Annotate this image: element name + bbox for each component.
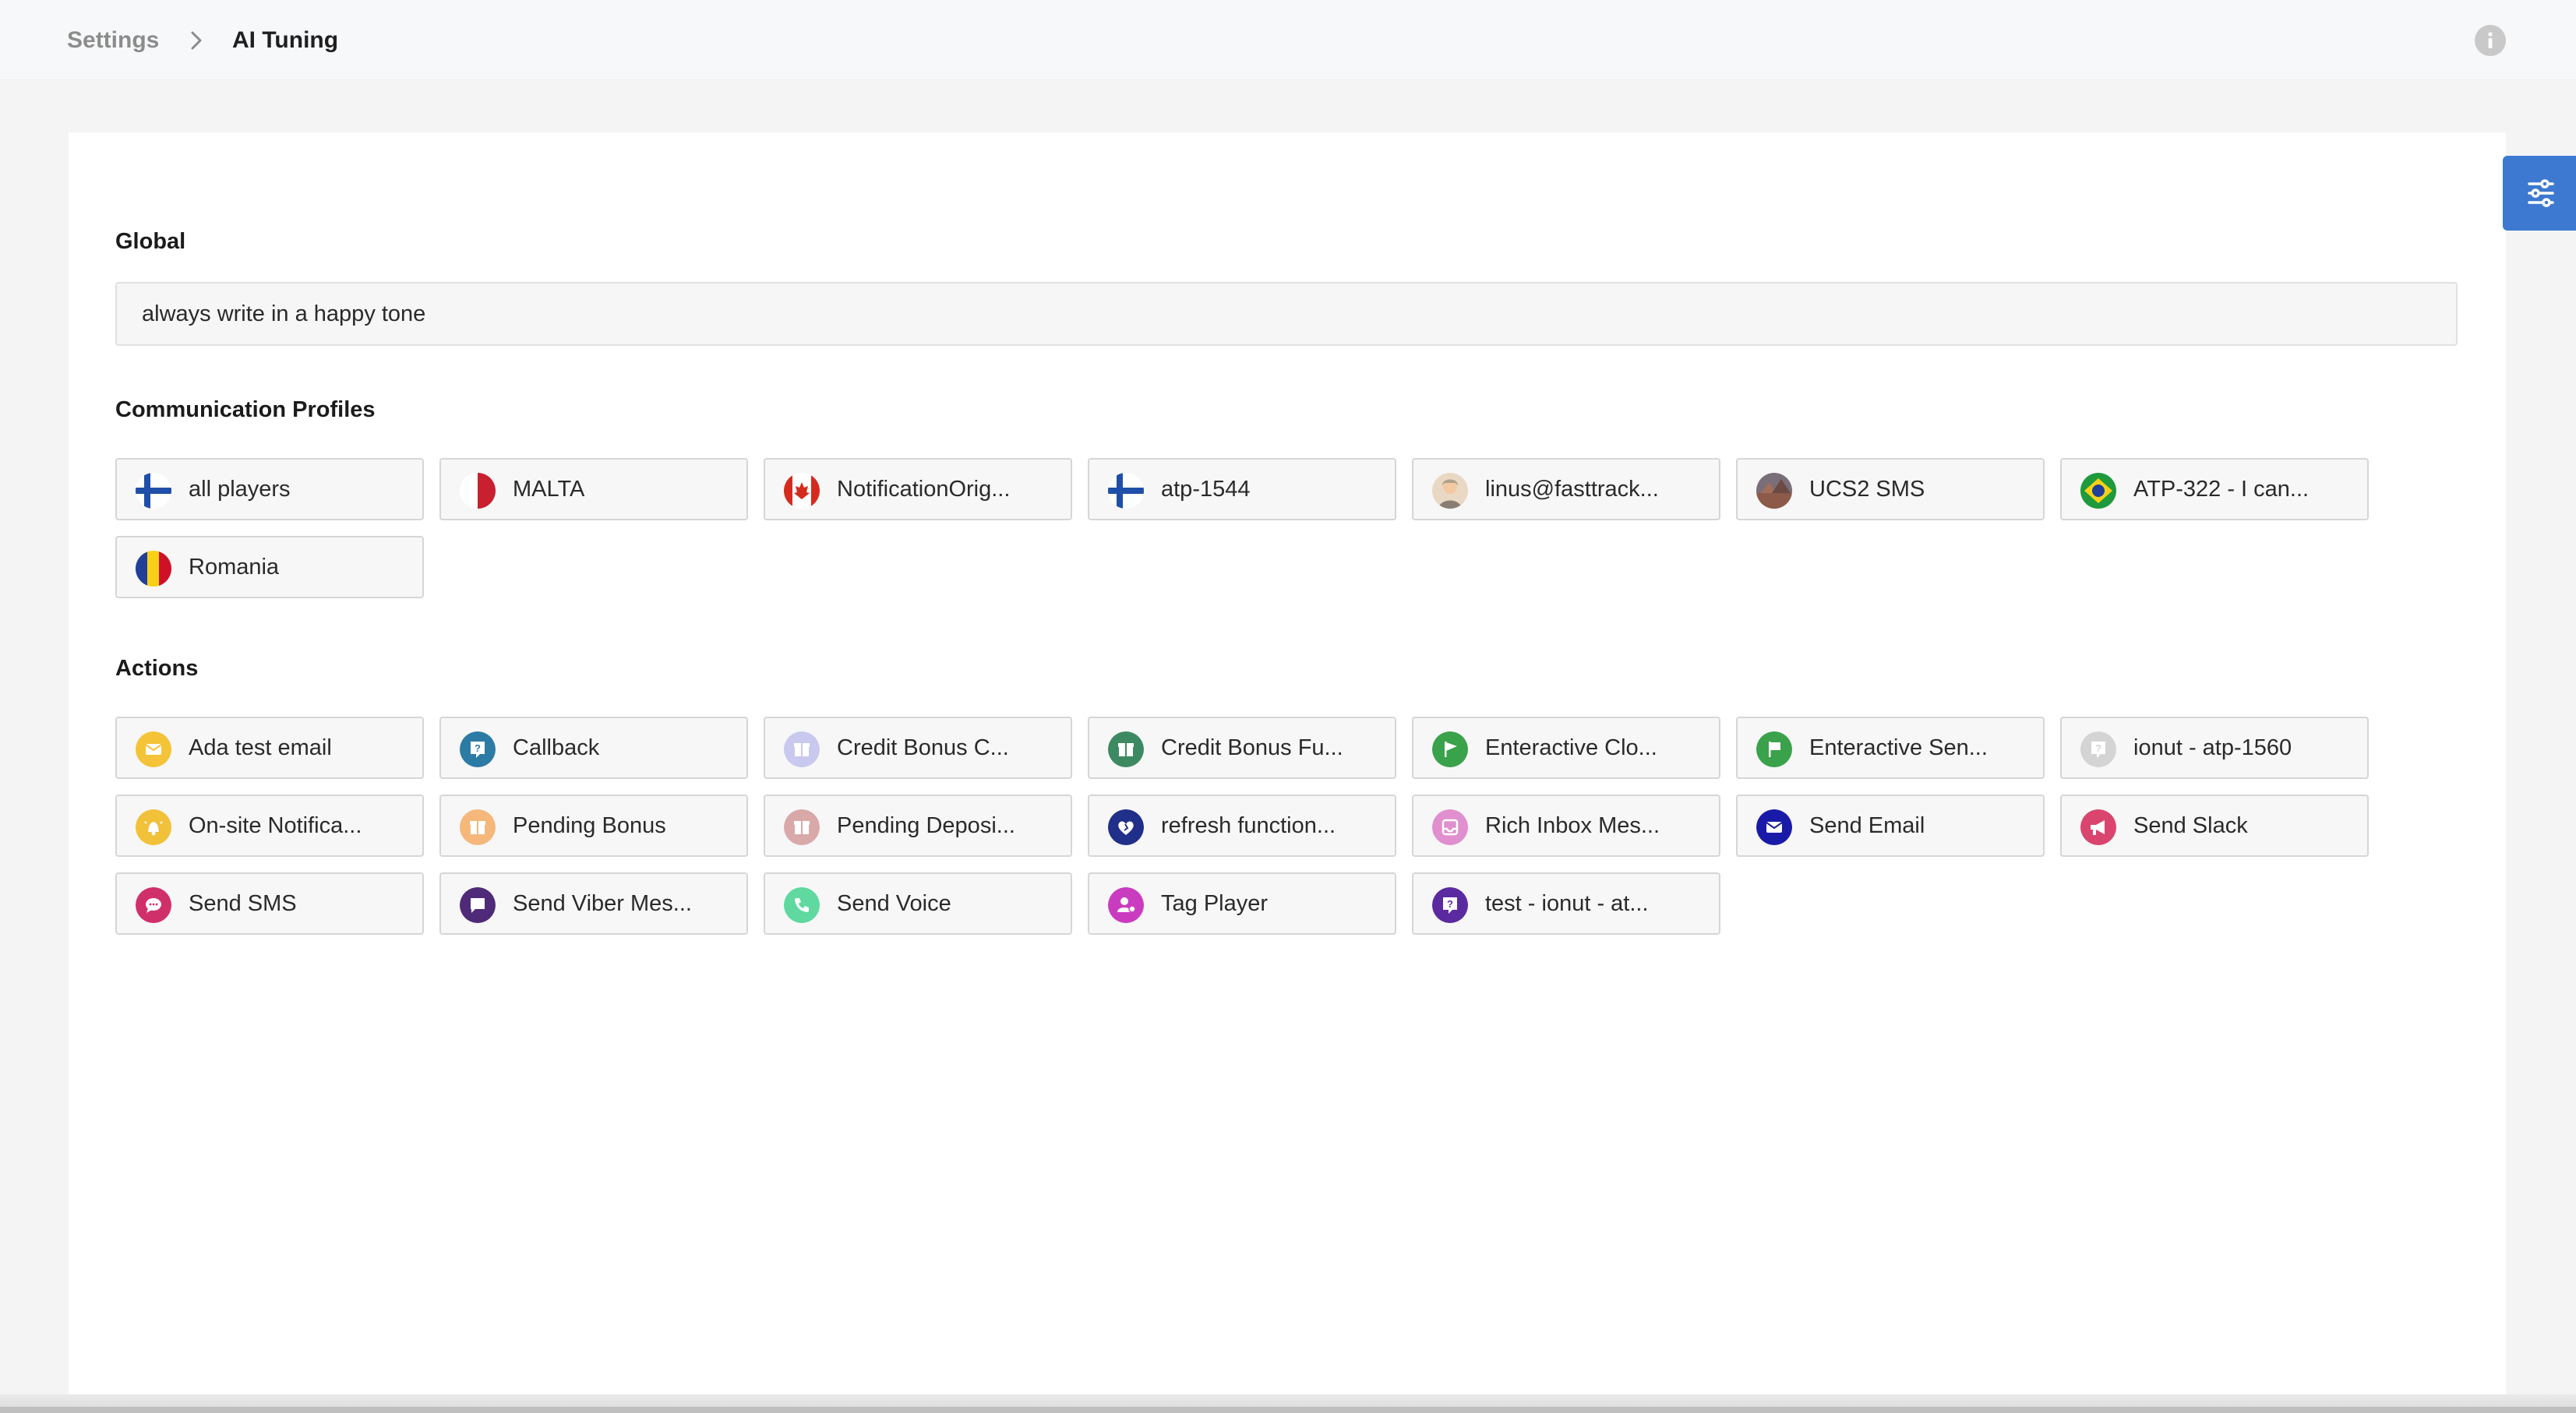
gift-icon [784, 731, 820, 767]
action-chip[interactable]: Credit Bonus C... [764, 717, 1072, 779]
message-icon [460, 887, 496, 923]
action-chip[interactable]: Send Email [1736, 795, 2045, 857]
brazil-flag-icon [2080, 473, 2116, 509]
action-chip[interactable]: ? test - ionut - at... [1412, 872, 1720, 935]
megaphone-icon [2080, 809, 2116, 845]
settings-sidebar-toggle[interactable] [2503, 156, 2576, 231]
action-chip[interactable]: refresh function... [1088, 795, 1396, 857]
question-bubble-icon: ? [1432, 887, 1468, 923]
action-chip[interactable]: On-site Notifica... [115, 795, 424, 857]
profile-chip[interactable]: MALTA [439, 458, 748, 520]
svg-text:?: ? [475, 742, 481, 754]
action-chip[interactable]: Credit Bonus Fu... [1088, 717, 1396, 779]
action-chip[interactable]: Enteractive Sen... [1736, 717, 2045, 779]
svg-text:?: ? [1447, 898, 1453, 910]
action-chip[interactable]: ? ionut - atp-1560 [2060, 717, 2369, 779]
phone-icon [784, 887, 820, 923]
bell-icon [136, 809, 171, 845]
gift-icon [1108, 731, 1144, 767]
top-bar: Settings AI Tuning [0, 0, 2576, 80]
breadcrumb-current: AI Tuning [232, 27, 339, 53]
action-chip[interactable]: Ada test email [115, 717, 424, 779]
actions-section-title: Actions [115, 656, 199, 681]
romania-flag-icon [136, 551, 171, 587]
action-chip[interactable]: Send Slack [2060, 795, 2369, 857]
action-chip[interactable]: Send Voice [764, 872, 1072, 935]
user-tag-icon [1108, 887, 1144, 923]
svg-text:?: ? [2095, 742, 2101, 754]
malta-flag-icon [460, 473, 496, 509]
action-chip[interactable]: Send Viber Mes... [439, 872, 748, 935]
question-bubble-icon: ? [460, 731, 496, 767]
profile-chip[interactable]: all players [115, 458, 424, 520]
action-chip[interactable]: Pending Bonus [439, 795, 748, 857]
chevron-right-icon [191, 31, 202, 50]
global-section-title: Global [115, 229, 186, 254]
action-chip[interactable]: Pending Deposi... [764, 795, 1072, 857]
profile-chip[interactable]: linus@fasttrack... [1412, 458, 1720, 520]
action-chip[interactable]: ? Callback [439, 717, 748, 779]
sliders-icon [2528, 179, 2554, 207]
chat-bubble-icon [136, 887, 171, 923]
gift-icon [784, 809, 820, 845]
profile-photo-icon [1756, 473, 1792, 509]
profile-chip[interactable]: UCS2 SMS [1736, 458, 2045, 520]
profile-chip[interactable]: ATP-322 - I can... [2060, 458, 2369, 520]
envelope-icon [1756, 809, 1792, 845]
profile-chip[interactable]: Romania [115, 536, 424, 598]
question-bubble-icon: ? [2080, 731, 2116, 767]
canada-flag-icon [784, 473, 820, 509]
info-icon[interactable] [2475, 25, 2506, 56]
action-chip[interactable]: Tag Player [1088, 872, 1396, 935]
breadcrumb-settings-link[interactable]: Settings [67, 25, 159, 56]
finland-flag-icon [1108, 473, 1144, 509]
heart-icon [1108, 809, 1144, 845]
bottom-scrollbar [0, 1407, 2576, 1413]
user-avatar-icon [1432, 473, 1468, 509]
profile-chip[interactable]: atp-1544 [1088, 458, 1396, 520]
flag-icon [1756, 731, 1792, 767]
finland-flag-icon [136, 473, 171, 509]
communication-profiles-title: Communication Profiles [115, 397, 376, 422]
action-chip[interactable]: Enteractive Clo... [1412, 717, 1720, 779]
profile-chip[interactable]: NotificationOrig... [764, 458, 1072, 520]
envelope-icon [136, 731, 171, 767]
global-instruction-input[interactable] [115, 282, 2458, 346]
action-chip[interactable]: Rich Inbox Mes... [1412, 795, 1720, 857]
flag-icon [1432, 731, 1468, 767]
inbox-icon [1432, 809, 1468, 845]
gift-icon [460, 809, 496, 845]
action-chip[interactable]: Send SMS [115, 872, 424, 935]
